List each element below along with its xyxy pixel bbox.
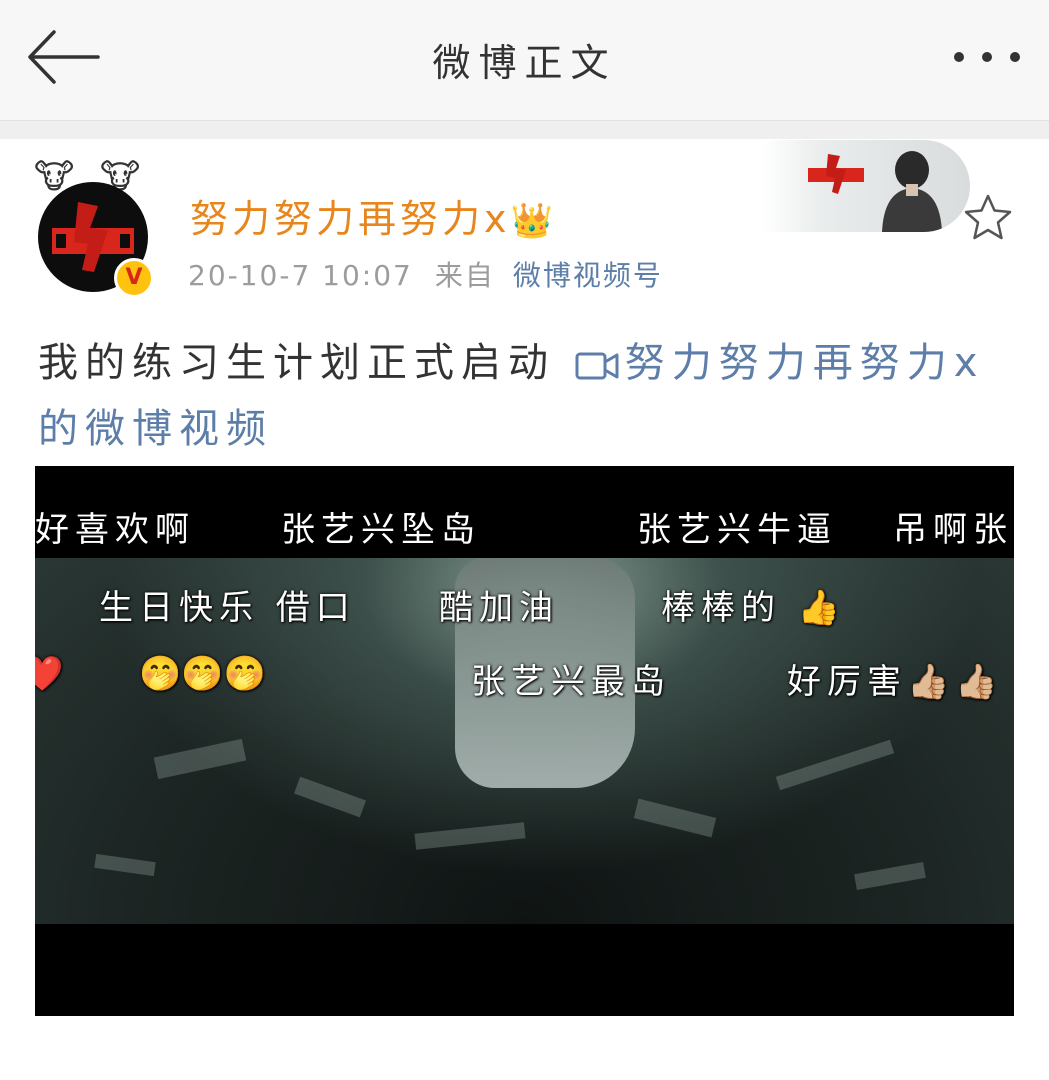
post-source-link[interactable]: 微博视频号 xyxy=(513,259,663,292)
danmaku-comment: 生日快乐 借口 xyxy=(99,588,356,628)
favorite-button[interactable] xyxy=(962,192,1014,244)
post-meta: 20-10-7 10:07 来自 微博视频号 xyxy=(188,254,663,294)
more-dots-icon xyxy=(954,52,1020,62)
danmaku-comment: 好厉害👍🏼👍🏼 xyxy=(787,662,1004,702)
danmaku-comment: 张艺兴坠岛 xyxy=(281,510,481,550)
star-outline-icon xyxy=(964,194,1012,240)
glass-shard xyxy=(153,738,247,780)
danmaku-comment: 张艺兴牛逼 xyxy=(637,510,837,550)
glass-shard xyxy=(775,739,895,791)
danmaku-comment: 棒棒的 👍 xyxy=(661,588,847,628)
author-name[interactable]: 努力努力再努力x👑 xyxy=(190,188,553,243)
author-name-text: 努力努力再努力x xyxy=(190,197,511,241)
glass-shard xyxy=(414,822,526,850)
card-decoration-banner xyxy=(762,140,970,232)
danmaku-comment: 好喜欢啊 xyxy=(35,510,195,550)
video-player[interactable]: 好喜欢啊 张艺兴坠岛 张艺兴牛逼 吊啊张 生日快乐 借口 酷加油 棒棒的 👍 ❤… xyxy=(35,466,1014,1016)
danmaku-comment: ❤️ xyxy=(35,654,70,694)
from-label: 来自 xyxy=(434,259,495,292)
danmaku-comment: 酷加油 xyxy=(439,588,559,628)
post-content: 我的练习生计划正式启动 努力努力再努力x的微博视频 xyxy=(38,330,1018,462)
glass-shard xyxy=(854,862,926,890)
page-title: 微博正文 xyxy=(432,41,617,85)
glass-shard xyxy=(94,853,156,877)
post-text: 我的练习生计划正式启动 xyxy=(38,340,575,386)
verified-badge: V xyxy=(114,258,154,298)
glass-shard xyxy=(633,798,717,838)
post-date: 20-10-7 10:07 xyxy=(188,259,413,292)
banner-artwork-icon xyxy=(808,151,942,232)
crown-icon: 👑 xyxy=(510,201,553,241)
top-navbar: 微博正文 xyxy=(0,0,1049,121)
more-button[interactable] xyxy=(951,40,1023,74)
danmaku-comment: 吊啊张 xyxy=(893,510,1013,550)
section-divider xyxy=(0,121,1049,139)
author-avatar-group[interactable]: 🐮 🐮 V xyxy=(30,160,160,300)
danmaku-comment: 🤭🤭🤭 xyxy=(139,654,267,694)
video-camera-icon xyxy=(575,352,619,380)
glass-shard xyxy=(294,776,366,818)
danmaku-comment: 张艺兴最岛 xyxy=(471,662,671,702)
